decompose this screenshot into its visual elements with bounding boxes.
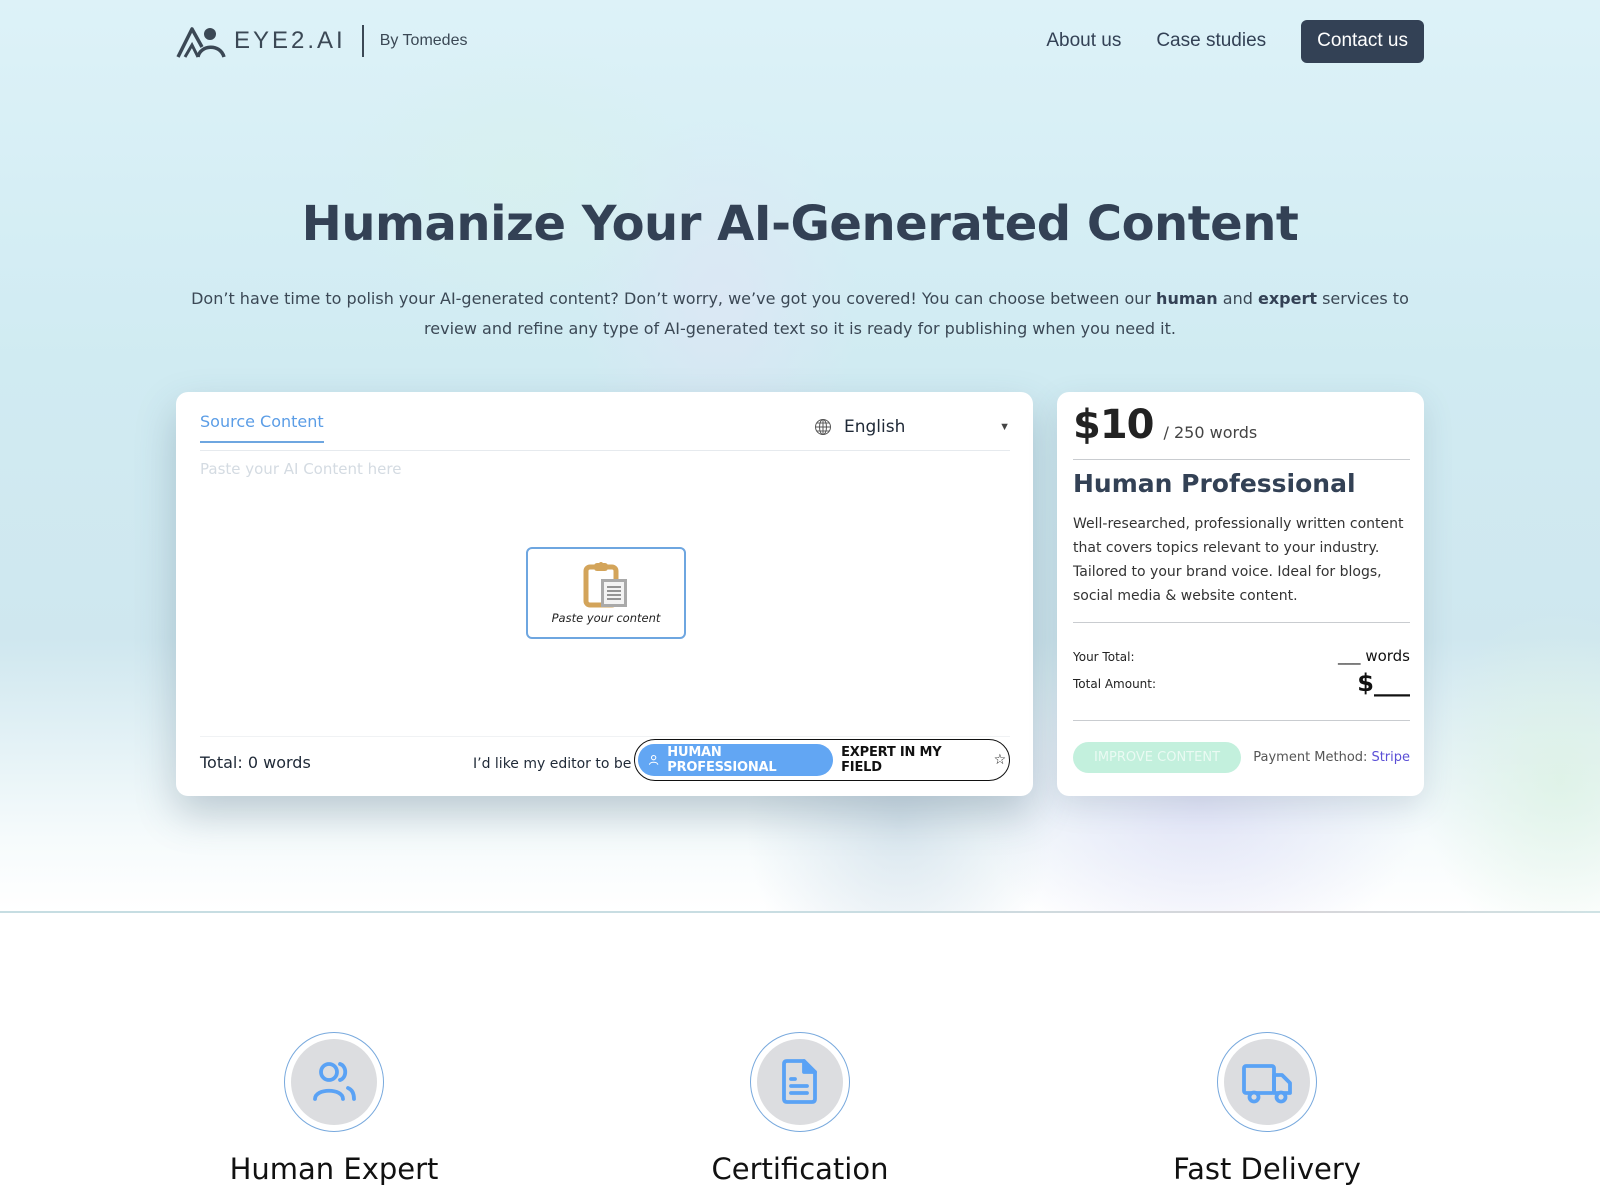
paste-label: Paste your content bbox=[551, 611, 661, 625]
subtitle-bold-expert: expert bbox=[1257, 289, 1317, 308]
feature-icon-ring bbox=[1217, 1032, 1317, 1132]
document-icon bbox=[782, 1059, 817, 1104]
feature-icon-disc bbox=[291, 1039, 377, 1125]
logo-separator bbox=[361, 25, 364, 57]
feature-human-expert: Human Expert bbox=[184, 1032, 484, 1186]
logo-mark-icon bbox=[176, 27, 226, 58]
editor-footer-divider bbox=[200, 736, 1010, 737]
plan-title: Human Professional bbox=[1073, 469, 1356, 498]
your-total-label: Your Total: bbox=[1073, 650, 1135, 664]
truck-icon bbox=[1242, 1064, 1292, 1104]
paste-content-button[interactable]: Paste your content bbox=[526, 547, 686, 639]
editor-type-toggle: HUMAN PROFESSIONAL EXPERT IN MY FIELD ☆ bbox=[634, 739, 1010, 781]
clipboard-icon bbox=[583, 562, 627, 608]
divider bbox=[1073, 459, 1410, 460]
feature-fast-delivery: Fast Delivery bbox=[1117, 1032, 1417, 1186]
site-header: EYE2.AI By Tomedes About us Case studies… bbox=[176, 18, 1424, 64]
editor-card: Source Content English ▼ Paste your AI C… bbox=[176, 392, 1033, 796]
caret-down-icon: ▼ bbox=[999, 421, 1010, 433]
divider bbox=[1073, 622, 1410, 623]
total-words: Total: 0 words bbox=[200, 753, 311, 772]
divider bbox=[1073, 720, 1410, 721]
page-title: Humanize Your AI-Generated Content bbox=[301, 196, 1299, 252]
subtitle-text: and bbox=[1217, 289, 1258, 308]
nav-about-us[interactable]: About us bbox=[1046, 30, 1121, 52]
logo-byline: By Tomedes bbox=[379, 32, 468, 49]
feature-title: Certification bbox=[711, 1152, 889, 1186]
feature-icon-ring bbox=[750, 1032, 850, 1132]
globe-icon bbox=[815, 419, 831, 435]
your-total-value: ___ words bbox=[1338, 647, 1410, 665]
star-icon: ☆ bbox=[993, 752, 1007, 768]
feature-icon-disc bbox=[1224, 1039, 1310, 1125]
feature-title: Fast Delivery bbox=[1173, 1152, 1361, 1186]
language-label: English bbox=[844, 417, 906, 437]
language-select[interactable]: English ▼ bbox=[814, 414, 1010, 440]
feature-icon-disc bbox=[757, 1039, 843, 1125]
feature-icon-ring bbox=[284, 1032, 384, 1132]
payment-method: Payment Method: Stripe bbox=[1253, 750, 1410, 765]
editor-preference-label: I’d like my editor to be bbox=[473, 756, 632, 772]
main-nav: About us Case studies Contact us bbox=[1046, 19, 1424, 63]
hero-divider bbox=[0, 911, 1600, 913]
feature-certification: Certification bbox=[650, 1032, 950, 1186]
total-amount-label: Total Amount: bbox=[1073, 677, 1157, 691]
subtitle-text: Don’t have time to polish your AI-genera… bbox=[191, 289, 1157, 308]
payment-label: Payment Method: bbox=[1253, 750, 1368, 765]
hero-subtitle: Don’t have time to polish your AI-genera… bbox=[180, 284, 1420, 344]
stripe-link[interactable]: Stripe bbox=[1371, 750, 1410, 765]
person-icon bbox=[648, 754, 659, 765]
logo[interactable]: EYE2.AI bbox=[176, 18, 346, 64]
option-expert-in-my-field[interactable]: EXPERT IN MY FIELD ☆ bbox=[833, 744, 1006, 776]
users-icon bbox=[313, 1062, 356, 1101]
price-unit: / 250 words bbox=[1163, 423, 1258, 442]
option-label: EXPERT IN MY FIELD bbox=[841, 745, 942, 775]
pricing-card: $10 / 250 words Human Professional Well-… bbox=[1057, 392, 1424, 796]
editor-tab-row: Source Content English ▼ bbox=[200, 392, 1010, 451]
price-row: $10 / 250 words bbox=[1073, 402, 1257, 448]
tab-source-content[interactable]: Source Content bbox=[200, 412, 324, 443]
plan-description: Well-researched, professionally written … bbox=[1073, 516, 1404, 604]
nav-case-studies[interactable]: Case studies bbox=[1156, 30, 1266, 52]
improve-content-button[interactable]: IMPROVE CONTENT bbox=[1073, 742, 1241, 773]
price-amount: $10 bbox=[1073, 402, 1154, 448]
logo-text: EYE2.AI bbox=[234, 27, 346, 54]
total-amount-value: $___ bbox=[1357, 669, 1410, 697]
subtitle-bold-human: human bbox=[1156, 289, 1218, 308]
option-human-professional[interactable]: HUMAN PROFESSIONAL bbox=[638, 744, 834, 776]
feature-title: Human Expert bbox=[229, 1152, 439, 1186]
option-label: HUMAN PROFESSIONAL bbox=[667, 745, 777, 775]
contact-us-button[interactable]: Contact us bbox=[1301, 19, 1424, 63]
